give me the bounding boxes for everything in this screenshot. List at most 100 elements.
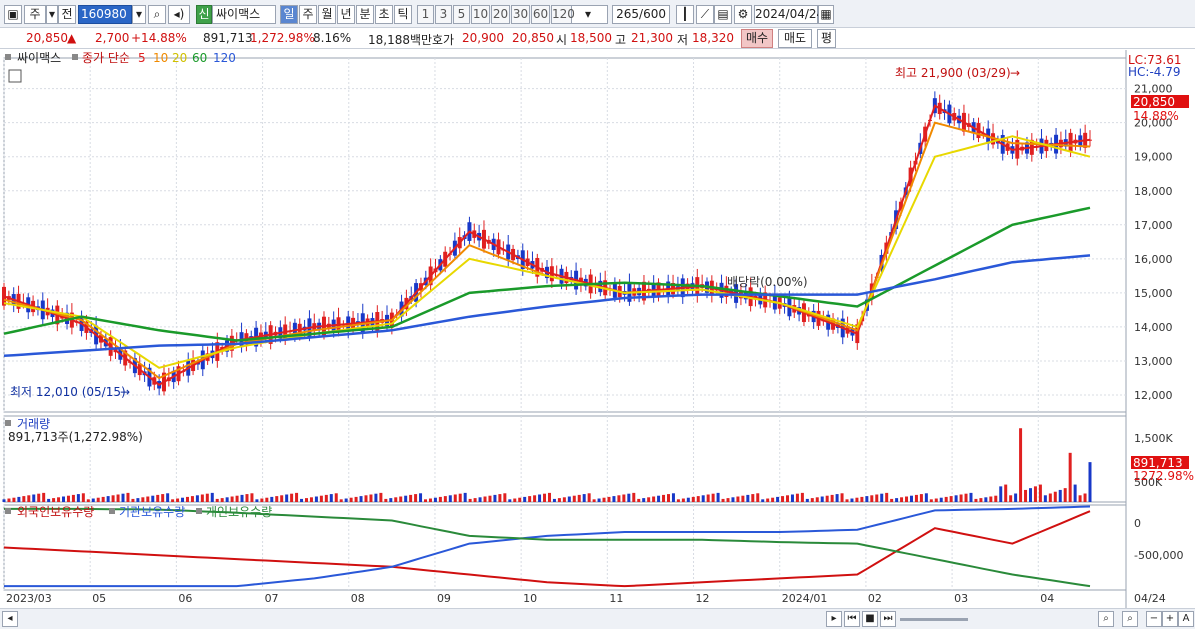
eval-button[interactable]: 평 xyxy=(817,29,836,48)
volume-bar xyxy=(304,498,308,502)
zoom-slider[interactable] xyxy=(900,618,968,621)
legend-bullet-icon xyxy=(109,508,115,514)
volume-bar xyxy=(141,497,145,502)
volume-bar xyxy=(57,497,61,502)
volume-bar xyxy=(914,494,918,502)
period-button[interactable]: 틱 xyxy=(394,5,412,24)
price-change: 2,700 xyxy=(95,31,130,45)
hc-value: HC:-4.79 xyxy=(1128,65,1181,79)
volume-bar xyxy=(37,493,41,502)
volume-bar xyxy=(890,498,894,502)
table-toggle-icon[interactable] xyxy=(8,69,22,83)
period-button[interactable]: 일 xyxy=(280,5,298,24)
volume-bar xyxy=(185,496,189,502)
last-price-label: 20,850 xyxy=(1133,95,1175,109)
mode-dropdown-icon[interactable]: ▾ xyxy=(46,5,58,24)
volume-bar xyxy=(1038,484,1042,502)
interval-button[interactable]: 20 xyxy=(491,5,510,24)
stock-name-field[interactable]: 싸이맥스 xyxy=(212,5,276,24)
volume-bar xyxy=(691,496,695,502)
mode-select[interactable]: 주 xyxy=(24,5,46,24)
go-last-icon[interactable]: ⏭ xyxy=(880,611,896,627)
date-value: 2024/04/24 xyxy=(755,7,825,21)
volume-bar xyxy=(47,498,51,502)
volume-bar xyxy=(329,494,333,502)
save-icon[interactable]: ▤ xyxy=(714,5,732,24)
volume-bar xyxy=(939,497,943,502)
volume-bar xyxy=(567,496,571,502)
zoom-in-icon[interactable]: ⌕ xyxy=(1098,611,1114,627)
code-dropdown-icon[interactable]: ▾ xyxy=(132,5,146,24)
volume-bar xyxy=(607,496,611,502)
search-icon[interactable]: ⌕ xyxy=(148,5,166,24)
y-tick-label: 17,000 xyxy=(1134,219,1173,232)
volume-bar xyxy=(741,495,745,502)
volume-bar xyxy=(751,494,755,502)
gear-icon[interactable]: ⚙ xyxy=(734,5,752,24)
period-button[interactable]: 주 xyxy=(299,5,317,24)
interval-button[interactable]: 1 xyxy=(417,5,434,24)
volume-bar xyxy=(334,493,338,502)
volume-bar xyxy=(171,499,175,502)
holder-line-foreign xyxy=(3,510,1091,588)
volume-bar xyxy=(929,499,933,502)
volume-bar xyxy=(905,496,909,502)
sell-button[interactable]: 매도 xyxy=(778,29,812,48)
interval-button[interactable]: 5 xyxy=(453,5,470,24)
price-chart[interactable]: →→ 12,00013,00014,00015,00016,00017,0001… xyxy=(0,50,1195,608)
volume-bar xyxy=(324,494,328,502)
scroll-bar[interactable]: ◂ ▸ ⏮ ■ ⏭ ⌕ ⌕ − + A xyxy=(0,608,1195,629)
zoom-out-icon[interactable]: ⌕ xyxy=(1122,611,1138,627)
interval-button[interactable]: 30 xyxy=(511,5,530,24)
buy-button[interactable]: 매수 xyxy=(741,29,773,48)
volume-bar xyxy=(820,496,824,502)
calendar-icon[interactable]: ▦ xyxy=(818,5,834,24)
scroll-left-icon[interactable]: ◂ xyxy=(2,611,18,627)
y-tick-label: 15,000 xyxy=(1134,287,1173,300)
speaker-icon[interactable]: ◂) xyxy=(168,5,190,24)
code-input[interactable]: 160980 xyxy=(78,5,132,24)
go-first-icon[interactable]: ⏮ xyxy=(844,611,860,627)
volume-bar xyxy=(523,496,527,502)
volume-bar xyxy=(1004,484,1008,502)
volume-bar xyxy=(761,499,765,502)
volume-bar xyxy=(518,497,522,502)
auto-fit-icon[interactable]: A xyxy=(1178,611,1194,627)
minus-icon[interactable]: − xyxy=(1146,611,1162,627)
stop-icon[interactable]: ■ xyxy=(862,611,878,627)
volume-bar xyxy=(924,493,928,502)
period-button[interactable]: 월 xyxy=(318,5,336,24)
volume-bar xyxy=(855,497,859,502)
volume-bar xyxy=(533,495,537,502)
period-button[interactable]: 분 xyxy=(356,5,374,24)
date-field[interactable]: 2024/04/24 xyxy=(754,5,824,24)
window-menu-icon[interactable]: ▣ xyxy=(4,5,22,24)
volume-bar xyxy=(483,496,487,502)
period-button[interactable]: 초 xyxy=(375,5,393,24)
volume-bar xyxy=(433,497,437,502)
draw-tool-icon[interactable]: ⟋ xyxy=(696,5,714,24)
volume-bar xyxy=(468,498,472,502)
turnover-pct: 8.16% xyxy=(313,31,352,45)
volume-bar xyxy=(215,498,219,502)
volume-bar xyxy=(642,498,646,502)
candle-icon[interactable]: ┃ xyxy=(676,5,694,24)
volume-bar xyxy=(547,492,551,502)
interval-button[interactable]: 120 xyxy=(551,5,575,24)
volume-bar xyxy=(999,486,1003,502)
interval-button[interactable]: 10 xyxy=(471,5,490,24)
scroll-right-icon[interactable]: ▸ xyxy=(826,611,842,627)
volume-bar xyxy=(1019,428,1023,502)
period-button[interactable]: 년 xyxy=(337,5,355,24)
interval-button[interactable]: 3 xyxy=(435,5,452,24)
volume-bar xyxy=(1033,486,1037,502)
interval-button[interactable]: 60 xyxy=(531,5,550,24)
volume-bar xyxy=(424,499,428,502)
volume-bar xyxy=(111,495,115,502)
prev-button[interactable]: 전 xyxy=(58,5,76,24)
plus-icon[interactable]: + xyxy=(1162,611,1178,627)
count-field[interactable]: 265/600 xyxy=(612,5,670,24)
volume-bar xyxy=(989,496,993,502)
volume-bar xyxy=(131,498,135,502)
panel-frame xyxy=(3,415,1127,503)
